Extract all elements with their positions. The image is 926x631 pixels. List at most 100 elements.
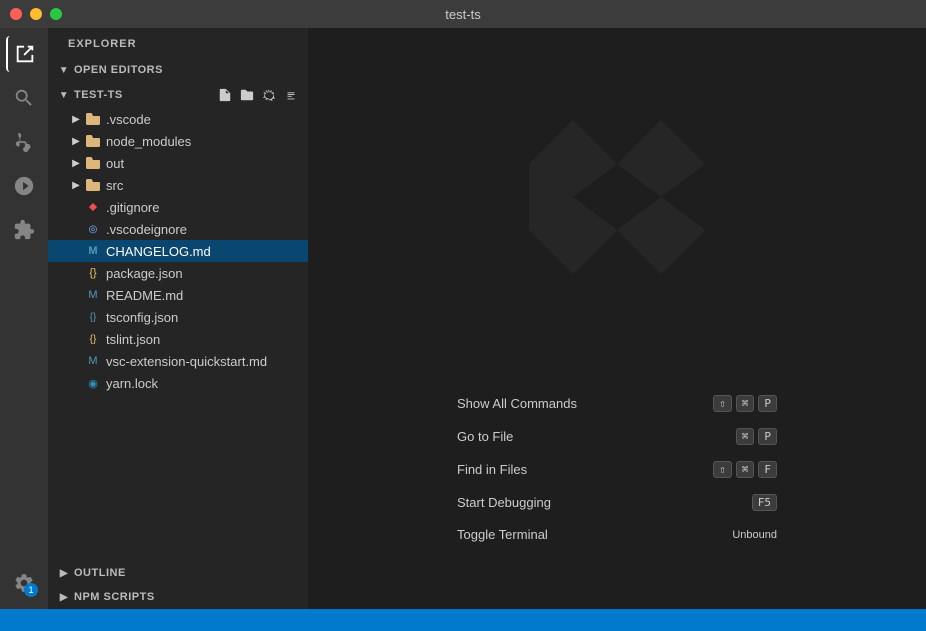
tree-item-out[interactable]: ▶ out: [48, 152, 308, 174]
tree-item-gitignore[interactable]: ▶ ⬥ .gitignore: [48, 196, 308, 218]
gitignore-label: .gitignore: [106, 200, 159, 215]
start-debugging-label: Start Debugging: [457, 495, 551, 510]
test-ts-label: TEST-TS: [74, 89, 123, 101]
command-start-debugging: Start Debugging F5: [457, 486, 777, 519]
tree-item-quickstart[interactable]: ▶ M vsc-extension-quickstart.md: [48, 350, 308, 372]
tree-item-tslint[interactable]: ▶ {} tslint.json: [48, 328, 308, 350]
open-editors-label: Open Editors: [74, 64, 163, 76]
quickstart-icon: M: [84, 353, 102, 369]
tree-item-package[interactable]: ▶ {} package.json: [48, 262, 308, 284]
tree-item-src[interactable]: ▶ src: [48, 174, 308, 196]
sidebar: Explorer ▼ Open Editors ▼ TEST-TS: [48, 28, 308, 609]
npm-scripts-header[interactable]: ▶ NPM Scripts: [48, 585, 308, 609]
open-editors-header[interactable]: ▼ Open Editors: [48, 58, 308, 82]
vscodeignore-icon: ◎: [84, 221, 102, 237]
search-icon[interactable]: [6, 80, 42, 116]
key-shift2: ⇧: [713, 461, 732, 478]
command-show-all: Show All Commands ⇧ ⌘ P: [457, 387, 777, 420]
src-label: src: [106, 178, 123, 193]
open-editors-section: ▼ Open Editors: [48, 58, 308, 82]
outline-chevron: ▶: [56, 565, 72, 581]
tslint-icon: {}: [84, 331, 102, 347]
test-ts-chevron: ▼: [56, 87, 72, 103]
settings-badge: 1: [24, 583, 38, 597]
outline-label: Outline: [74, 567, 126, 579]
node-modules-label: node_modules: [106, 134, 191, 149]
npm-scripts-label: NPM Scripts: [74, 591, 155, 603]
tree-item-vscodeignore[interactable]: ▶ ◎ .vscodeignore: [48, 218, 308, 240]
extensions-icon[interactable]: [6, 212, 42, 248]
folder-icon: [84, 155, 102, 171]
key-p: P: [758, 395, 777, 412]
folder-chevron: ▶: [68, 111, 84, 127]
go-to-file-label: Go to File: [457, 429, 513, 444]
outline-header[interactable]: ▶ Outline: [48, 561, 308, 585]
readme-label: README.md: [106, 288, 183, 303]
status-bar: [0, 609, 926, 631]
tree-item-changelog[interactable]: ▶ M CHANGELOG.md: [48, 240, 308, 262]
start-debugging-keys: F5: [752, 494, 777, 511]
command-find-in-files: Find in Files ⇧ ⌘ F: [457, 453, 777, 486]
folder-chevron: ▶: [68, 133, 84, 149]
folder-icon: [84, 133, 102, 149]
main-layout: 1 Explorer ▼ Open Editors ▼ TEST-TS: [0, 28, 926, 609]
refresh-button[interactable]: [260, 86, 278, 104]
new-folder-button[interactable]: [238, 86, 256, 104]
test-ts-section: ▼ TEST-TS: [48, 82, 308, 108]
welcome-commands: Show All Commands ⇧ ⌘ P Go to File ⌘ P F…: [457, 387, 777, 550]
window-controls: [10, 8, 62, 20]
tsconfig-label: tsconfig.json: [106, 310, 178, 325]
yarn-icon: ◉: [84, 375, 102, 391]
tree-item-yarn[interactable]: ▶ ◉ yarn.lock: [48, 372, 308, 394]
find-in-files-keys: ⇧ ⌘ F: [713, 461, 777, 478]
key-cmd3: ⌘: [736, 461, 755, 478]
title-bar: test-ts: [0, 0, 926, 28]
show-all-commands-label: Show All Commands: [457, 396, 577, 411]
key-cmd2: ⌘: [736, 428, 755, 445]
tree-item-tsconfig[interactable]: ▶ {} tsconfig.json: [48, 306, 308, 328]
tree-item-vscode[interactable]: ▶ .vscode: [48, 108, 308, 130]
new-file-button[interactable]: [216, 86, 234, 104]
readme-icon: M: [84, 287, 102, 303]
npm-scripts-chevron: ▶: [56, 589, 72, 605]
key-f: F: [758, 461, 777, 478]
tree-item-node-modules[interactable]: ▶ node_modules: [48, 130, 308, 152]
vscodeignore-label: .vscodeignore: [106, 222, 187, 237]
key-unbound: Unbound: [732, 529, 777, 541]
activity-bar-bottom: 1: [6, 565, 42, 609]
source-control-icon[interactable]: [6, 124, 42, 160]
git-icon: ⬥: [84, 199, 102, 215]
folder-icon: [84, 177, 102, 193]
maximize-button[interactable]: [50, 8, 62, 20]
test-ts-header[interactable]: ▼ TEST-TS: [48, 82, 308, 108]
show-all-keys: ⇧ ⌘ P: [713, 395, 777, 412]
tsconfig-icon: {}: [84, 309, 102, 325]
command-toggle-terminal: Toggle Terminal Unbound: [457, 519, 777, 550]
key-p2: P: [758, 428, 777, 445]
toggle-terminal-keys: Unbound: [732, 529, 777, 541]
debug-icon[interactable]: [6, 168, 42, 204]
tree-item-readme[interactable]: ▶ M README.md: [48, 284, 308, 306]
activity-bar: 1: [0, 28, 48, 609]
go-to-file-keys: ⌘ P: [736, 428, 777, 445]
folder-chevron: ▶: [68, 155, 84, 171]
quickstart-label: vsc-extension-quickstart.md: [106, 354, 267, 369]
minimize-button[interactable]: [30, 8, 42, 20]
close-button[interactable]: [10, 8, 22, 20]
find-in-files-label: Find in Files: [457, 462, 527, 477]
command-go-to-file: Go to File ⌘ P: [457, 420, 777, 453]
yarn-label: yarn.lock: [106, 376, 158, 391]
main-content: Show All Commands ⇧ ⌘ P Go to File ⌘ P F…: [308, 28, 926, 609]
bottom-sections: ▶ Outline ▶ NPM Scripts: [48, 561, 308, 609]
changelog-label: CHANGELOG.md: [106, 244, 211, 259]
key-f5: F5: [752, 494, 777, 511]
collapse-button[interactable]: [282, 86, 300, 104]
folder-chevron: ▶: [68, 177, 84, 193]
key-shift: ⇧: [713, 395, 732, 412]
explorer-icon[interactable]: [6, 36, 42, 72]
json-icon: {}: [84, 265, 102, 281]
out-label: out: [106, 156, 124, 171]
open-editors-chevron: ▼: [56, 62, 72, 78]
settings-icon[interactable]: 1: [6, 565, 42, 601]
changelog-icon: M: [84, 243, 102, 259]
